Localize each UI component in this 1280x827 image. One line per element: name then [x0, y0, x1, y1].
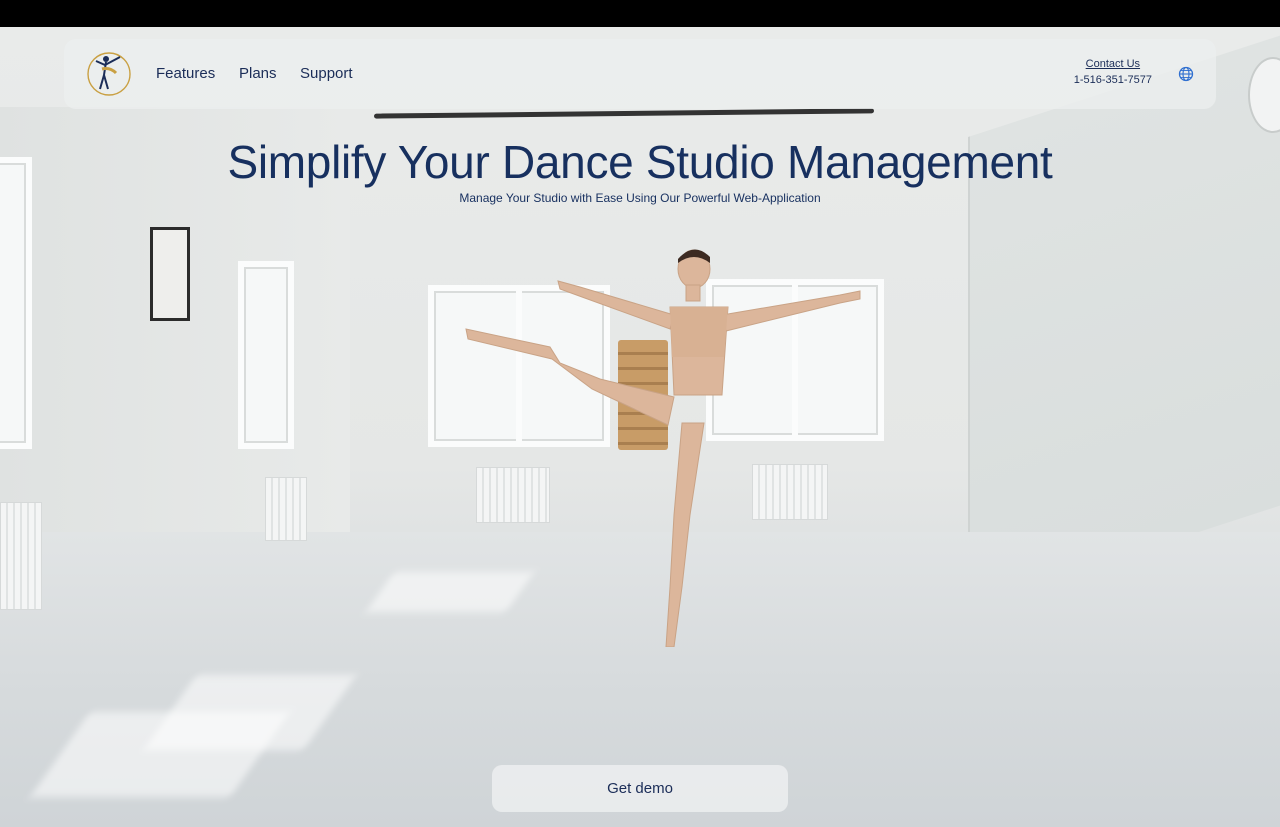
studio-window-small [238, 261, 294, 449]
dancer-logo-icon[interactable] [86, 49, 132, 99]
studio-mirror [968, 34, 1280, 607]
contact-block: Contact Us 1-516-351-7577 [1074, 58, 1152, 86]
ceiling-rail [373, 108, 875, 119]
nav-link-support[interactable]: Support [300, 65, 353, 82]
radiator [265, 477, 307, 541]
get-demo-button[interactable]: Get demo [492, 765, 788, 812]
contact-us-link[interactable]: Contact Us [1074, 58, 1152, 70]
hero-title: Simplify Your Dance Studio Management [227, 136, 1053, 188]
hero-subtitle: Manage Your Studio with Ease Using Our P… [459, 191, 821, 205]
nav-link-plans[interactable]: Plans [239, 65, 277, 82]
dancer-figure [465, 249, 861, 647]
wall-picture-frame [150, 227, 190, 321]
top-navigation: Features Plans Support Contact Us 1-516-… [64, 39, 1216, 109]
phone-number: 1-516-351-7577 [1073, 74, 1152, 86]
radiator [0, 502, 42, 610]
globe-icon[interactable] [1178, 66, 1194, 82]
nav-link-features[interactable]: Features [156, 65, 215, 82]
window-top-bar [0, 0, 1280, 27]
